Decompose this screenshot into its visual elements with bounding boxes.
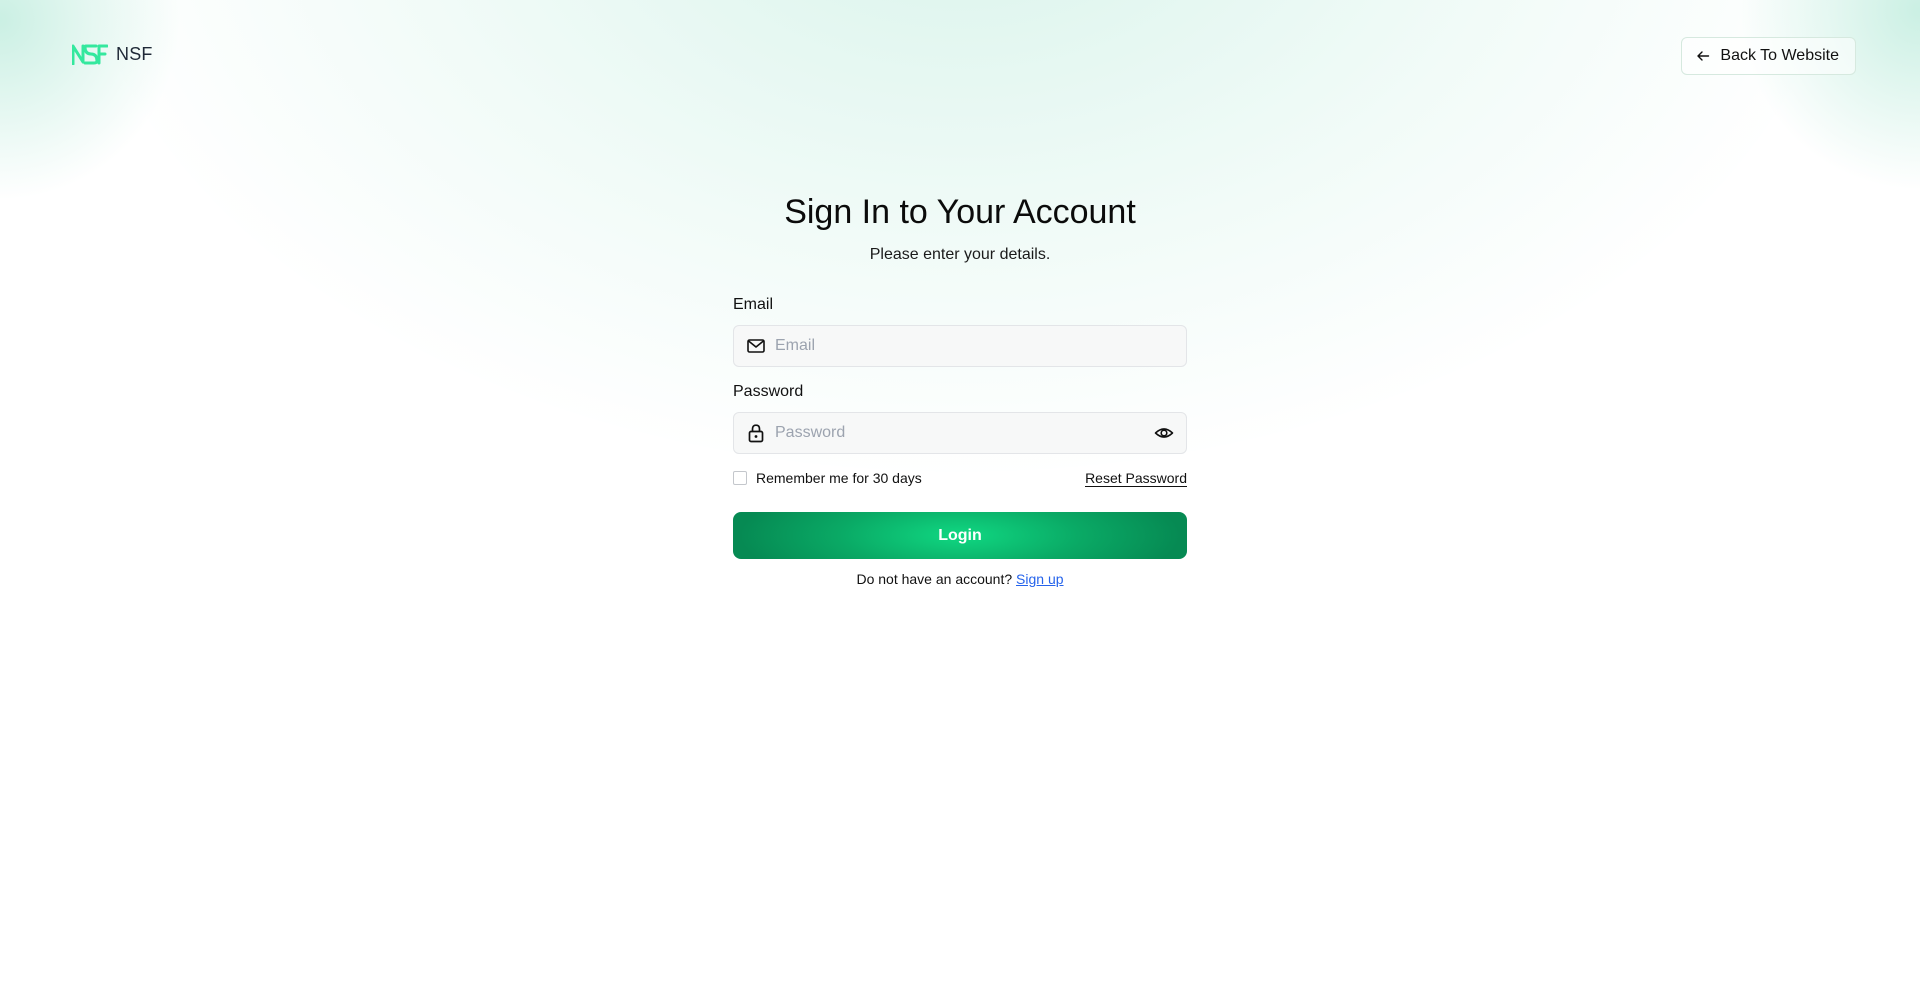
- sign-in-form: Sign In to Your Account Please enter you…: [733, 190, 1187, 587]
- email-label: Email: [733, 296, 774, 313]
- page-title: Sign In to Your Account: [784, 193, 1136, 231]
- signup-link[interactable]: Sign up: [1016, 571, 1063, 587]
- remember-me-checkbox[interactable]: [733, 471, 747, 485]
- eye-icon[interactable]: [1154, 423, 1174, 443]
- email-input[interactable]: [775, 326, 1174, 366]
- remember-me-label: Remember me for 30 days: [756, 470, 922, 486]
- password-field-wrapper[interactable]: [733, 412, 1187, 454]
- password-label: Password: [733, 383, 804, 400]
- nsf-logo-icon: [72, 44, 108, 65]
- back-to-website-button[interactable]: Back To Website: [1681, 37, 1856, 75]
- reset-password-link[interactable]: Reset Password: [1085, 470, 1187, 487]
- login-button[interactable]: Login: [733, 512, 1187, 559]
- password-input[interactable]: [775, 413, 1154, 453]
- email-field-wrapper[interactable]: [733, 325, 1187, 367]
- logo[interactable]: NSF: [72, 43, 153, 65]
- signup-row: Do not have an account? Sign up: [733, 571, 1187, 587]
- page-subtitle: Please enter your details.: [869, 246, 1051, 263]
- arrow-left-icon: [1697, 51, 1710, 61]
- lock-icon: [748, 424, 764, 443]
- form-options-row: Remember me for 30 days Reset Password: [733, 468, 1187, 488]
- remember-me[interactable]: Remember me for 30 days: [733, 470, 922, 486]
- logo-text: NSF: [116, 43, 153, 64]
- back-to-website-label: Back To Website: [1720, 47, 1839, 64]
- mail-icon: [747, 339, 765, 353]
- signup-prompt: Do not have an account?: [856, 571, 1013, 587]
